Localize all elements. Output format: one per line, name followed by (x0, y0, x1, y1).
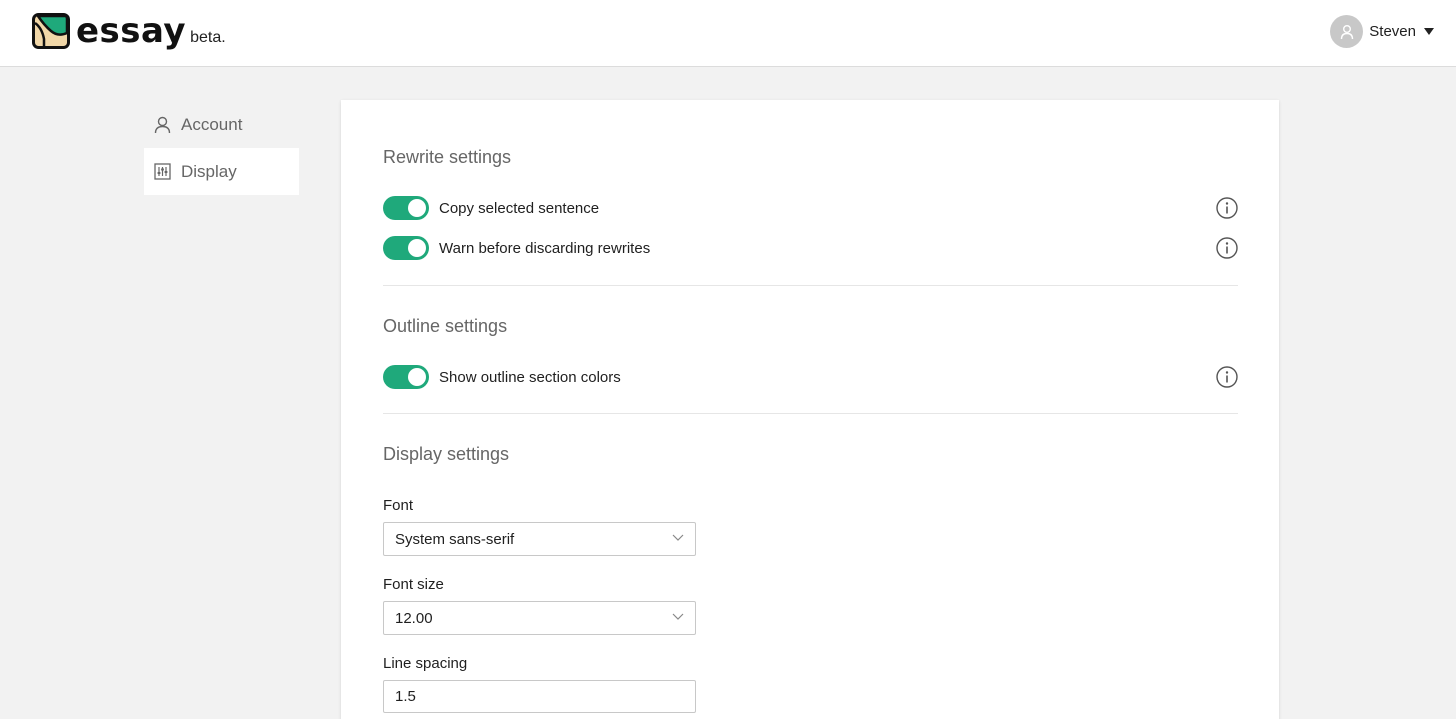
sidebar-item-label: Account (181, 114, 243, 134)
section-divider (383, 285, 1238, 286)
brand-logo[interactable]: essay beta. (32, 13, 226, 49)
line-spacing-input[interactable] (383, 680, 696, 713)
brand-beta-tag: beta. (190, 29, 226, 46)
sliders-icon (154, 163, 171, 180)
section-divider (383, 413, 1238, 414)
chevron-down-icon (672, 534, 684, 541)
warn-before-discarding-toggle[interactable] (383, 236, 429, 260)
show-outline-colors-toggle[interactable] (383, 365, 429, 389)
sidebar-item-account[interactable]: Account (144, 101, 299, 148)
user-menu[interactable]: Steven (1330, 15, 1434, 48)
font-select[interactable]: System sans-serif (383, 522, 696, 556)
person-icon (154, 116, 171, 133)
user-name: Steven (1369, 23, 1416, 40)
essay-logo-icon (32, 13, 70, 49)
font-size-select[interactable]: 12.00 (383, 601, 696, 635)
info-icon[interactable] (1216, 366, 1238, 388)
setting-show-outline-colors: Show outline section colors (383, 365, 1238, 389)
user-avatar-icon (1330, 15, 1364, 48)
brand-name: essay (76, 11, 187, 51)
setting-label: Copy selected sentence (439, 199, 600, 217)
display-settings-heading: Display settings (383, 444, 510, 464)
outline-settings-heading: Outline settings (383, 316, 508, 336)
font-size-label: Font size (383, 576, 444, 593)
setting-label: Warn before discarding rewrites (439, 239, 651, 257)
setting-label: Show outline section colors (439, 368, 621, 386)
copy-selected-sentence-toggle[interactable] (383, 196, 429, 220)
chevron-down-icon (672, 613, 684, 620)
sidebar-item-label: Display (181, 161, 237, 181)
caret-down-icon (1424, 28, 1434, 35)
font-size-select-value: 12.00 (395, 609, 433, 627)
font-label: Font (383, 497, 414, 514)
setting-warn-before-discarding: Warn before discarding rewrites (383, 236, 1238, 260)
rewrite-settings-heading: Rewrite settings (383, 147, 512, 167)
setting-copy-selected-sentence: Copy selected sentence (383, 196, 1238, 220)
font-select-value: System sans-serif (395, 530, 515, 548)
info-icon[interactable] (1216, 237, 1238, 259)
settings-panel: Rewrite settings Copy selected sentence … (341, 100, 1279, 719)
sidebar-item-display[interactable]: Display (144, 148, 299, 195)
line-spacing-label: Line spacing (383, 655, 468, 672)
top-bar: essay beta. Steven (0, 0, 1456, 67)
info-icon[interactable] (1216, 197, 1238, 219)
settings-sidebar: Account Display (144, 101, 299, 195)
